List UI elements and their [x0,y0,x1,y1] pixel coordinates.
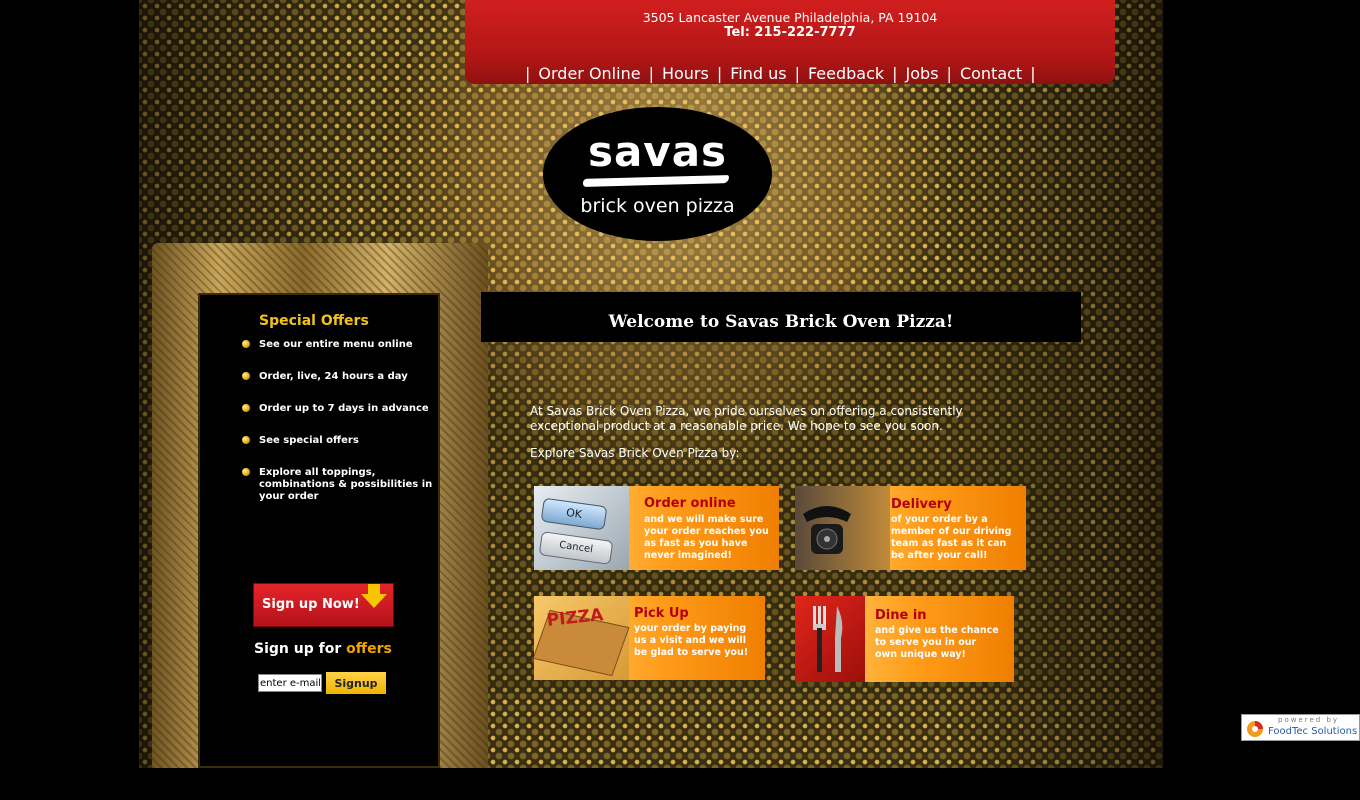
tile-title: Dine in [875,608,927,623]
pizza-box-image: PIZZA [534,596,630,680]
order-online-tile[interactable]: OK Cancel Order online and we will make … [534,486,779,570]
tile-title: Pick Up [634,606,689,621]
ok-key-icon: OK [540,497,608,531]
gold-bullet-icon [242,404,250,412]
offer-text: See special offers [259,435,359,446]
list-item: See special offers [242,435,436,447]
nav-order-online[interactable]: Order Online [538,64,640,83]
nav-separator: | [892,64,898,83]
tile-description: of your order by a member of our driving… [891,514,1012,561]
page-background: 3505 Lancaster Avenue Philadelphia, PA 1… [139,0,1163,768]
nav-jobs[interactable]: Jobs [906,64,939,83]
telephone-icon [803,506,851,554]
sign-up-now-label: Sign up Now! [262,597,360,612]
delivery-tile[interactable]: Delivery of your order by a member of ou… [795,486,1026,570]
powered-by-text: powered by [1278,716,1340,724]
explore-text: Explore Savas Brick Oven Pizza by: [530,446,740,460]
logo-brush-stroke [582,175,730,187]
logo-tagline: brick oven pizza [580,195,735,217]
telephone-image [795,486,890,570]
offers-list: See our entire menu online Order, live, … [242,339,436,523]
main-content: At Savas Brick Oven Pizza, we pride ours… [481,342,1081,694]
tile-description: your order by paying us a visit and we w… [634,623,749,658]
napkin-cutlery-image [795,596,865,682]
list-item: Explore all toppings, combinations & pos… [242,467,436,503]
nav-find-us[interactable]: Find us [730,64,786,83]
nav-hours[interactable]: Hours [662,64,709,83]
welcome-title: Welcome to Savas Brick Oven Pizza! [481,292,1081,342]
offer-text: Order, live, 24 hours a day [259,371,408,382]
gold-bullet-icon [242,468,250,476]
offers-panel: Special Offers See our entire menu onlin… [198,293,440,768]
offer-text: See our entire menu online [259,339,413,350]
down-arrow-icon [361,584,387,608]
site-header: 3505 Lancaster Avenue Philadelphia, PA 1… [465,0,1115,84]
list-item: Order, live, 24 hours a day [242,371,436,383]
nav-feedback[interactable]: Feedback [808,64,884,83]
intro-text: At Savas Brick Oven Pizza, we pride ours… [530,404,963,433]
pick-up-tile[interactable]: PIZZA Pick Up your order by paying us a … [534,596,765,680]
signup-submit-button[interactable]: Signup [326,672,386,694]
offer-text: Explore all toppings, combinations & pos… [259,467,433,502]
foodtec-logo-icon [1247,721,1263,737]
address-text: 3505 Lancaster Avenue Philadelphia, PA 1… [642,10,938,25]
tile-description: and give us the chance to serve you in o… [875,625,999,660]
signup-heading-accent: offers [346,641,392,657]
foodtec-name: FoodTec Solutions [1268,726,1358,737]
keyboard-keys-image: OK Cancel [534,486,629,570]
nav-separator: | [648,64,654,83]
main-nav: | Order Online | Hours | Find us | Feedb… [517,64,1044,83]
offer-text: Order up to 7 days in advance [259,403,429,414]
cancel-key-icon: Cancel [538,531,614,565]
special-offers-title: Special Offers [259,313,369,329]
dine-in-tile[interactable]: Dine in and give us the chance to serve … [795,596,1014,682]
tile-title: Delivery [891,497,952,512]
phone-text: Tel: 215-222-7777 [724,25,856,40]
fork-knife-icon [813,606,843,672]
foodtec-powered-by-badge[interactable]: powered by FoodTec Solutions [1241,714,1360,741]
nav-separator: | [525,64,531,83]
nav-separator: | [794,64,800,83]
nav-separator: | [1030,64,1036,83]
tile-description: and we will make sure your order reaches… [644,514,769,561]
nav-separator: | [946,64,952,83]
signup-heading: Sign up for offers [254,641,392,657]
list-item: Order up to 7 days in advance [242,403,436,415]
tile-title: Order online [644,496,736,511]
gold-bullet-icon [242,372,250,380]
signup-heading-prefix: Sign up for [254,641,342,657]
savas-logo[interactable]: savas brick oven pizza [543,107,772,241]
sign-up-now-button[interactable]: Sign up Now! [253,583,394,627]
nav-contact[interactable]: Contact [960,64,1022,83]
email-field[interactable] [258,674,322,692]
gold-bullet-icon [242,340,250,348]
gold-bullet-icon [242,436,250,444]
gilded-frame: Special Offers See our entire menu onlin… [152,243,488,768]
logo-wordmark: savas [587,127,728,176]
list-item: See our entire menu online [242,339,436,351]
nav-separator: | [716,64,723,83]
